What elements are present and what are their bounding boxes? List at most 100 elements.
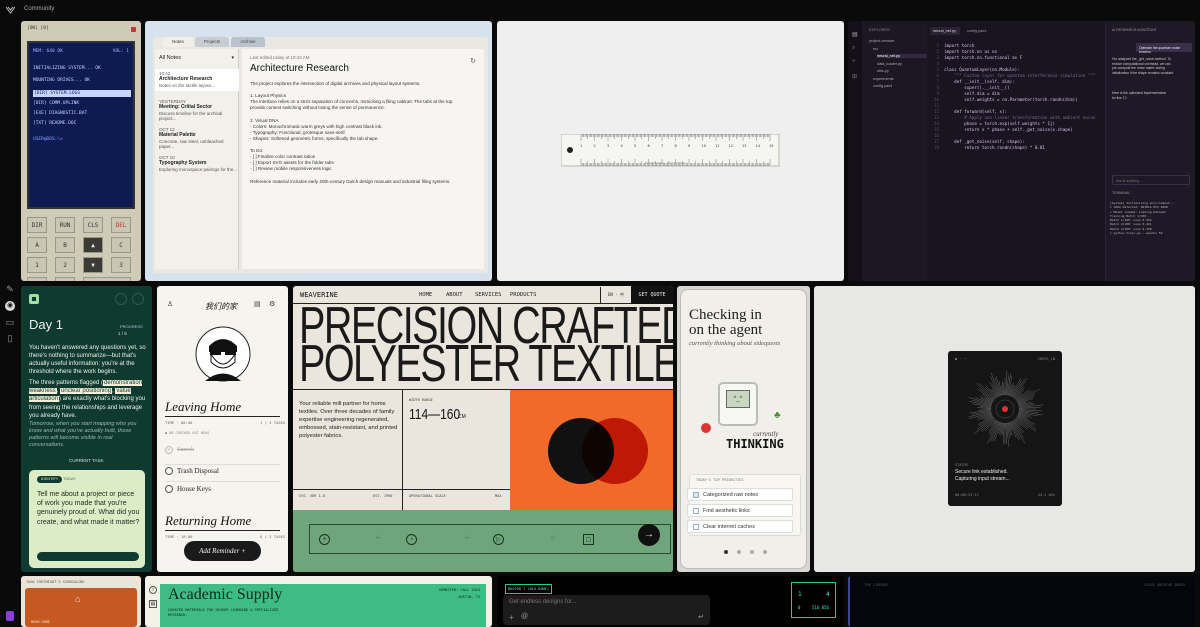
todo-item[interactable]: Clear internet caches <box>687 520 793 533</box>
enter-icon[interactable]: ↵ <box>698 613 704 621</box>
file-entry[interactable]: [DIR] COMM.UPLINK <box>33 101 79 106</box>
list-item[interactable]: YESTERDAY Meeting: Critial Sector Discuss … <box>159 99 239 121</box>
file-tree-item[interactable]: experiments <box>873 77 894 81</box>
files-icon[interactable]: ▤ <box>852 31 858 38</box>
file-entry[interactable]: [EXE] DIAGNOSTIC.BAT <box>33 111 87 116</box>
card-home-tasks[interactable]: ♙ 我们的家 ▤ ⚙ Leaving Home TIME · 08:00 1 /… <box>157 286 288 572</box>
gear-icon[interactable]: ⚙ <box>269 300 275 308</box>
keypad-key[interactable]: ▼ <box>83 257 103 273</box>
checkbox[interactable] <box>693 508 699 514</box>
code-editor[interactable]: 1 import torch 2 import torch.nn as nn 3… <box>934 43 1095 151</box>
card-schedule[interactable]: TASK FORTNIGHT'S SCHEDULING ⌂ MOON HOME <box>21 576 141 627</box>
task-checkbox[interactable] <box>165 485 173 493</box>
page-dot[interactable] <box>750 550 754 554</box>
tab-config[interactable]: config.yaml <box>964 27 994 35</box>
keypad-key[interactable]: C <box>111 237 131 253</box>
card-uplink[interactable]: ● · ·· CHECK_LN STATUS Secure link estab… <box>814 286 1195 572</box>
task-checkbox[interactable] <box>165 467 173 475</box>
keypad-key[interactable]: A <box>27 237 47 253</box>
close-index[interactable]: CLOSE ARCHIVE INDEX <box>1144 583 1185 587</box>
branch-icon[interactable]: ⑂ <box>852 59 856 65</box>
folder-icon[interactable]: ▭ <box>5 317 15 327</box>
note-body[interactable]: The project explores the intersection of… <box>250 81 480 185</box>
card-ruler[interactable]: 1 2 3 4 5 6 7 8 9 10 11 12 13 14 15 PROFESSIONAL INSTR… <box>497 21 844 281</box>
keypad-key[interactable]: ENTER ↵ <box>83 277 131 281</box>
task-item[interactable]: House Keys <box>177 485 211 493</box>
logo-icon[interactable] <box>6 6 15 14</box>
task-card[interactable]: IDENTIFY TODAY Tell me about a project o… <box>29 470 145 568</box>
search-icon[interactable]: ⌕ <box>852 45 855 52</box>
card-notes-app[interactable]: Notes Projects Archive All Notes ▾ 10:42… <box>145 21 492 281</box>
user-icon[interactable]: ♙ <box>167 300 173 308</box>
list-item[interactable]: 10:42 Architecture Research Notes on the t… <box>159 71 239 88</box>
tab-archive[interactable]: Archive <box>231 37 265 47</box>
list-item[interactable]: OCT 12 Material Palette Concrete, raw stee… <box>159 127 239 149</box>
page-dot[interactable] <box>724 550 728 554</box>
clipboard-icon[interactable]: ▤ <box>254 300 261 308</box>
card-agent-status[interactable]: Checking in on the agent currently think… <box>677 286 810 572</box>
keypad-key[interactable]: RUN <box>55 217 75 233</box>
keypad-key[interactable]: DEL <box>55 277 75 281</box>
tab-notes[interactable]: Notes <box>163 37 193 47</box>
task-done[interactable]: Sumoh <box>177 447 194 453</box>
forward-icon[interactable]: ▷ <box>493 534 504 545</box>
schedule-card[interactable]: ⌂ MOON HOME <box>25 588 137 627</box>
keypad-key[interactable]: 3 <box>111 257 131 273</box>
archive-icon[interactable]: ▤ <box>149 600 157 608</box>
keypad-key[interactable]: . <box>27 277 47 281</box>
task-checkbox[interactable]: ✓ <box>165 446 173 454</box>
info-icon[interactable]: i <box>149 586 157 594</box>
ask-input[interactable]: Ask AI anything... <box>1112 175 1190 185</box>
note-editor[interactable]: Last edited today at 10:42 AM ↻ Architec… <box>242 49 484 269</box>
pie-icon[interactable]: ◔ <box>406 534 417 545</box>
add-icon[interactable]: + <box>509 613 514 622</box>
file-tree-item[interactable]: neural_net.py <box>877 54 927 58</box>
menu-button[interactable] <box>115 293 127 305</box>
card-library[interactable]: ◦ THE LIBRARY CLOSE ARCHIVE INDEX <box>848 576 1195 627</box>
keypad-key[interactable]: 1 <box>27 257 47 273</box>
file-entry[interactable]: [TXT] README.DOC <box>33 121 76 126</box>
file-tree-item[interactable]: config.yaml <box>873 84 892 88</box>
grid-icon[interactable]: ⊞ <box>852 73 857 80</box>
keypad-key[interactable]: DEL <box>111 217 131 233</box>
keypad-key[interactable]: 2 <box>55 257 75 273</box>
square-icon[interactable]: ▢ <box>583 534 594 545</box>
todo-item[interactable]: Find aesthetic links <box>687 504 793 517</box>
keypad-key[interactable]: B <box>55 237 75 253</box>
card-day-one[interactable]: Day 1 PROGRESS 1 / 5 You haven't answere… <box>21 286 152 572</box>
at-icon[interactable]: @ <box>521 613 528 620</box>
command-prompt[interactable]: USER@DOS:\> <box>33 137 63 142</box>
prompt-input[interactable]: Get endless designs for... <box>509 599 577 605</box>
file-tree-item[interactable]: data_loader.py <box>877 62 902 66</box>
task-item[interactable]: Trash Disposal <box>177 467 219 475</box>
checkbox[interactable] <box>693 492 699 498</box>
filter-select[interactable]: All Notes <box>159 55 181 61</box>
tab-projects[interactable]: Projects <box>195 37 229 47</box>
tab-neural-net[interactable]: neural_net.py <box>930 27 960 35</box>
edit-icon[interactable]: ✎ <box>5 284 15 294</box>
card-weaverine[interactable]: WEAVERINE HOME ABOUT SERVICES PRODUCTS E… <box>293 286 673 572</box>
page-dot[interactable] <box>763 550 767 554</box>
prompt-box[interactable]: Get endless designs for... + @ ↵ <box>503 595 710 625</box>
file-entry[interactable]: [DIR] SYSTEM.LOGS <box>33 90 131 97</box>
bookmark-icon[interactable]: ▯ <box>5 333 15 343</box>
profile-button[interactable] <box>132 293 144 305</box>
compass-icon[interactable]: ◉ <box>5 301 15 311</box>
checkbox[interactable] <box>693 524 699 530</box>
answer-button[interactable] <box>37 552 139 561</box>
record-dot-icon[interactable] <box>1002 406 1008 412</box>
plus-icon[interactable]: + <box>319 534 330 545</box>
keypad-key[interactable]: CLS <box>83 217 103 233</box>
file-tree-item[interactable]: utils.py <box>877 69 889 73</box>
file-tree-item[interactable]: src <box>873 47 878 51</box>
card-retro-terminal[interactable]: [ON] [0] MEM: 640 OK VOL: 1 INITIALIZING… <box>21 21 141 281</box>
chevron-down-icon[interactable]: ▾ <box>231 55 234 61</box>
refresh-icon[interactable]: ↻ <box>470 57 476 65</box>
add-reminder-button[interactable]: Add Reminder + <box>184 541 261 561</box>
page-dot[interactable] <box>737 550 741 554</box>
card-prompt[interactable]: BROTOR 7 (BIO·DOME) Get endless designs … <box>497 576 844 627</box>
card-ide[interactable]: ▤ ⌕ ⑂ ⊞ EXPLORER project-venture src neura… <box>848 21 1195 281</box>
todo-item[interactable]: Categorized raw notes <box>687 488 793 501</box>
card-academic-supply[interactable]: i ▤ Academic Supply SEMESTER: FALL 2024 … <box>145 576 492 627</box>
list-item[interactable]: OCT 10 Typography System Exploring monospa… <box>159 155 239 172</box>
